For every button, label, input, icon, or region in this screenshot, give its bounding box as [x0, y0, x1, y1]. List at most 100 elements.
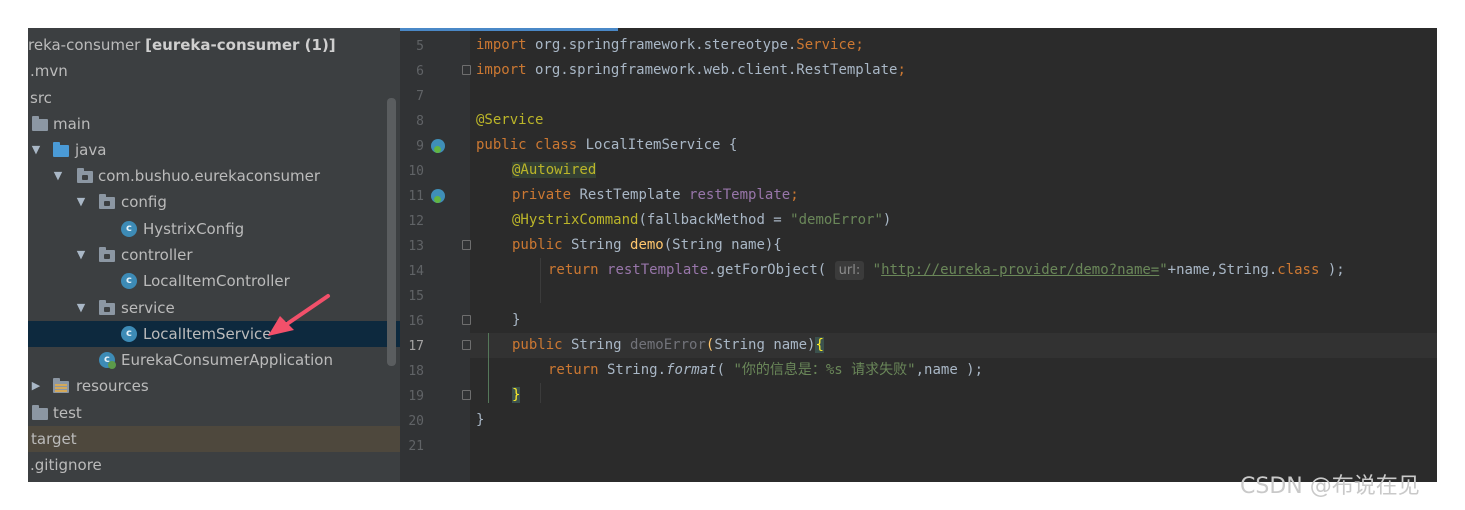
- package-icon: [99, 194, 115, 209]
- indent-guide: [540, 258, 541, 303]
- line-number: 20: [408, 414, 424, 429]
- tree-item-eurekaconsumerapplication[interactable]: c EurekaConsumerApplication: [28, 347, 400, 373]
- line-number: 15: [408, 289, 424, 304]
- code-line-14: return restTemplate.getForObject( url: "…: [548, 261, 1345, 280]
- url-link[interactable]: http://eureka-provider/demo?name=: [881, 262, 1159, 278]
- expand-arrow-icon[interactable]: ▼: [29, 137, 43, 163]
- annotation-arrow-icon: [268, 294, 330, 336]
- tree-item-label: java: [75, 141, 107, 159]
- tree-item-label: test: [53, 404, 82, 422]
- tree-item-project-root[interactable]: reka-consumer [eureka-consumer (1)]: [28, 32, 400, 58]
- line-number: 5: [416, 39, 424, 54]
- code-line-8: @Service: [476, 112, 544, 128]
- line-number: 13: [408, 239, 424, 254]
- code-line-10: @Autowired: [512, 162, 597, 178]
- collapse-arrow-icon[interactable]: ▶: [29, 373, 43, 399]
- tree-item-target[interactable]: target: [28, 426, 400, 452]
- package-icon: [99, 247, 115, 262]
- resources-folder-icon: [53, 378, 69, 393]
- tree-item-src[interactable]: src: [28, 85, 400, 111]
- source-folder-icon: [53, 142, 69, 157]
- line-number: 12: [408, 214, 424, 229]
- code-line-9: public class LocalItemService {: [476, 137, 738, 153]
- code-editor[interactable]: 5 6 7 8 9 10 11 12 13 14 15 16 17 18 19 …: [400, 28, 1437, 482]
- expand-arrow-icon[interactable]: ▼: [51, 163, 65, 189]
- tree-item-package[interactable]: ▼ com.bushuo.eurekaconsumer: [28, 163, 400, 189]
- tree-item-label: resources: [76, 377, 149, 395]
- tree-item-test[interactable]: test: [28, 400, 400, 426]
- folder-icon: [32, 405, 48, 420]
- watermark: CSDN @布说在见: [1240, 474, 1420, 499]
- code-line-19: }: [512, 383, 521, 408]
- line-number: 8: [416, 114, 424, 129]
- code-line-20: }: [476, 412, 485, 428]
- tree-item-label: EurekaConsumerApplication: [121, 351, 333, 369]
- tree-item-config[interactable]: ▼ config: [28, 189, 400, 215]
- fold-marker-icon[interactable]: [462, 315, 471, 325]
- matched-brace: }: [512, 387, 521, 403]
- line-number-current: 17: [408, 339, 424, 354]
- spring-boot-badge-icon: [108, 361, 116, 369]
- tree-item-label: main: [53, 115, 91, 133]
- autowired-navigate-gutter-icon[interactable]: [431, 189, 445, 203]
- folder-icon: [32, 116, 48, 131]
- tree-item-hystrixconfig[interactable]: c HystrixConfig: [28, 216, 400, 242]
- package-icon: [99, 300, 115, 315]
- tree-item-controller[interactable]: ▼ controller: [28, 242, 400, 268]
- project-tree-panel: reka-consumer [eureka-consumer (1)] .mvn…: [28, 28, 400, 482]
- tree-item-localitemservice[interactable]: c LocalItemService: [28, 321, 400, 347]
- spring-boot-class-icon: c: [99, 352, 116, 369]
- tree-item-label: target: [31, 430, 77, 448]
- code-line-11: private RestTemplate restTemplate;: [512, 187, 799, 203]
- fold-marker-icon[interactable]: [462, 390, 471, 400]
- parameter-hint: url:: [834, 261, 865, 280]
- fold-marker-icon[interactable]: [462, 65, 471, 75]
- line-number: 11: [408, 189, 424, 204]
- class-icon: c: [121, 221, 137, 237]
- bean-badge-icon: [434, 196, 441, 203]
- fold-marker-icon[interactable]: [462, 340, 471, 350]
- line-number: 9: [416, 139, 424, 154]
- tree-item-label: config: [121, 193, 167, 211]
- tree-item-label: service: [121, 299, 175, 317]
- spring-bean-gutter-icon[interactable]: [431, 139, 445, 153]
- tree-item-mvn[interactable]: .mvn: [28, 58, 400, 84]
- tree-item-main[interactable]: main: [28, 111, 400, 137]
- tree-item-localitemcontroller[interactable]: c LocalItemController: [28, 268, 400, 294]
- tree-scrollbar[interactable]: [387, 98, 396, 366]
- tree-item-label: .mvn: [30, 62, 68, 80]
- tree-item-java[interactable]: ▼ java: [28, 137, 400, 163]
- tree-item-label: .gitignore: [30, 456, 102, 474]
- indent-guide: [540, 383, 541, 403]
- tree-item-label: com.bushuo.eurekaconsumer: [98, 167, 321, 185]
- expand-arrow-icon[interactable]: ▼: [74, 295, 88, 321]
- tree-item-label: reka-consumer [eureka-consumer (1)]: [28, 36, 336, 54]
- code-line-12: @HystrixCommand(fallbackMethod = "demoEr…: [512, 212, 892, 228]
- line-number: 21: [408, 439, 424, 454]
- expand-arrow-icon[interactable]: ▼: [74, 242, 88, 268]
- tree-item-label: HystrixConfig: [143, 220, 245, 238]
- code-line-17: public String demoError(String name){: [512, 337, 824, 353]
- tree-item-service[interactable]: ▼ service: [28, 295, 400, 321]
- line-number: 7: [416, 89, 424, 104]
- active-tab-indicator: [400, 28, 618, 31]
- tree-item-gitignore[interactable]: .gitignore: [28, 452, 400, 478]
- line-number: 10: [408, 164, 424, 179]
- code-line-5: import org.springframework.stereotype.Se…: [476, 37, 864, 53]
- line-number: 19: [408, 389, 424, 404]
- tree-item-label: controller: [121, 246, 193, 264]
- ide-window: reka-consumer [eureka-consumer (1)] .mvn…: [28, 28, 1437, 482]
- class-icon: c: [121, 273, 137, 289]
- line-number: 14: [408, 264, 424, 279]
- code-line-16: }: [512, 312, 521, 328]
- expand-arrow-icon[interactable]: ▼: [74, 189, 88, 215]
- line-number: 16: [408, 314, 424, 329]
- package-icon: [77, 168, 93, 183]
- fold-marker-icon[interactable]: [462, 240, 471, 250]
- tree-item-resources[interactable]: ▶ resources: [28, 373, 400, 399]
- tree-item-label: src: [30, 89, 52, 107]
- class-icon: c: [121, 326, 137, 342]
- code-line-13: public String demo(String name){: [512, 237, 782, 253]
- tree-item-label: LocalItemService: [143, 325, 272, 343]
- code-line-18: return String.format( "你的信息是：%s 请求失败",na…: [548, 362, 984, 378]
